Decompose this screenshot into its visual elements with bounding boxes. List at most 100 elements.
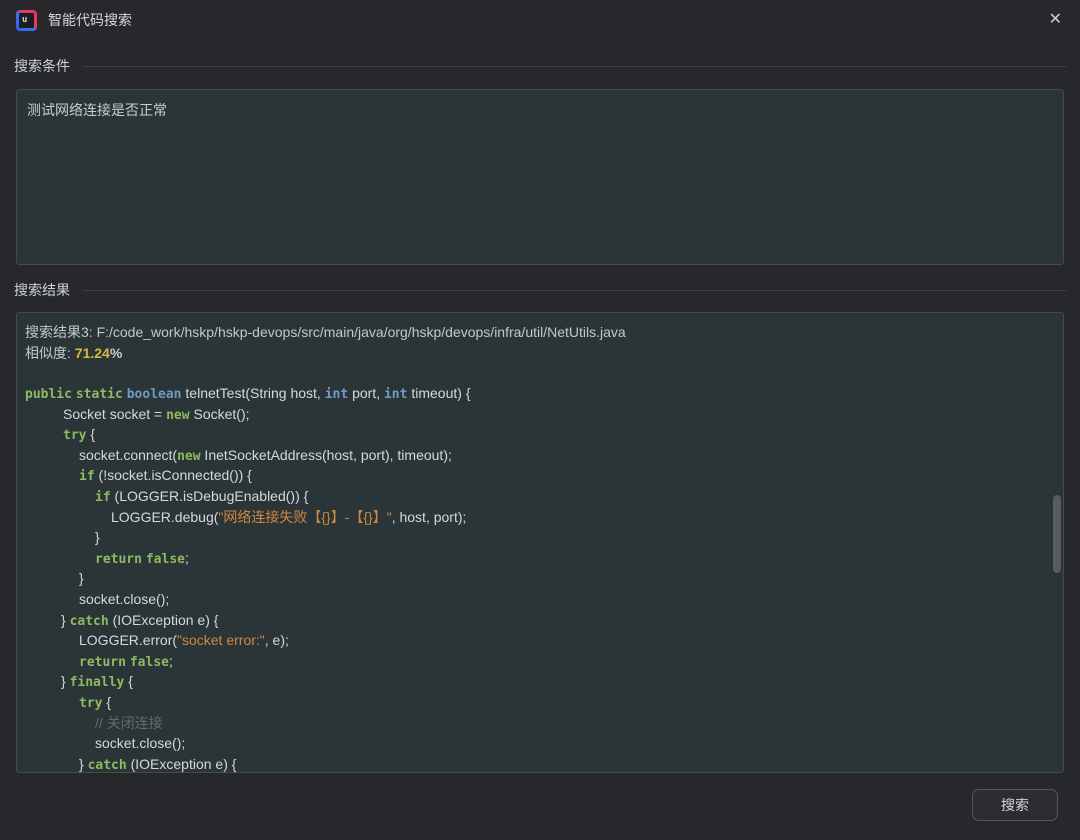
code-line: LOGGER.debug("网络连接失败【{}】-【{}】", host, po… [25, 507, 1055, 528]
code-line: } [25, 568, 1055, 589]
indent-spacer [25, 582, 79, 583]
code-token-pl: , e); [265, 632, 289, 648]
code-token-pl: socket.connect( [79, 447, 177, 463]
code-token-st: "socket error:" [177, 632, 265, 648]
code-token-pl: (IOException e) { [127, 756, 237, 772]
indent-spacer [25, 500, 95, 501]
code-line: } [25, 527, 1055, 548]
code-line: socket.close(); [25, 589, 1055, 610]
code-line: public static boolean telnetTest(String … [25, 383, 1055, 404]
code-token-pl: , host, port); [392, 509, 467, 525]
indent-spacer [25, 727, 95, 728]
code-token-pl: ; [185, 550, 189, 566]
indent-spacer [25, 418, 63, 419]
similarity-unit: % [110, 345, 122, 361]
section-divider [82, 66, 1066, 67]
code-line: if (!socket.isConnected()) { [25, 465, 1055, 486]
code-token-pl: } [79, 756, 88, 772]
code-block: public static boolean telnetTest(String … [25, 383, 1055, 773]
indent-spacer [25, 644, 79, 645]
app-logo-glyph: u [22, 15, 27, 25]
dialog-footer: 搜索 [0, 788, 1080, 840]
indent-spacer [25, 459, 79, 460]
search-button[interactable]: 搜索 [972, 789, 1058, 821]
code-token-st: "网络连接失败【{}】-【{}】" [218, 509, 391, 525]
code-token-pl: (LOGGER.isDebugEnabled()) { [111, 488, 309, 504]
code-line: LOGGER.error("socket error:", e); [25, 630, 1055, 651]
code-token-pl: } [79, 570, 84, 586]
code-token-pl: { [102, 694, 111, 710]
indent-spacer [25, 706, 79, 707]
search-condition-label: 搜索条件 [14, 56, 70, 76]
code-token-pl: } [61, 673, 70, 689]
code-token-kw: false [130, 655, 169, 670]
code-token-pl: socket.close(); [79, 591, 169, 607]
code-line: socket.close(); [25, 733, 1055, 754]
code-token-kw: static [76, 387, 123, 402]
similarity-label: 相似度: [25, 345, 75, 361]
code-token-pl: Socket(); [190, 406, 250, 422]
indent-spacer [25, 479, 79, 480]
app-logo-icon: u [16, 10, 37, 31]
code-token-kw: new [166, 408, 189, 423]
code-token-pl: InetSocketAddress(host, port), timeout); [201, 447, 452, 463]
code-token-kw: return [79, 655, 126, 670]
code-token-pl: (!socket.isConnected()) { [95, 467, 252, 483]
code-token-pl: LOGGER.error( [79, 632, 177, 648]
code-search-dialog: u 智能代码搜索 ✕ 搜索条件 测试网络连接是否正常 搜索结果 搜索结果3: F… [0, 0, 1080, 840]
code-token-pl: timeout) { [407, 385, 470, 401]
code-line: socket.connect(new InetSocketAddress(hos… [25, 445, 1055, 466]
code-token-pl: { [124, 673, 133, 689]
code-line: } finally { [25, 671, 1055, 692]
indent-spacer [25, 747, 95, 748]
code-token-kw: catch [88, 758, 127, 773]
code-token-kw: finally [70, 675, 125, 690]
code-line: } catch (IOException e) { [25, 610, 1055, 631]
code-token-kw: false [146, 552, 185, 567]
code-token-pl: port, [348, 385, 384, 401]
dialog-title: 智能代码搜索 [48, 10, 132, 30]
close-icon[interactable]: ✕ [1047, 10, 1064, 30]
indent-spacer [25, 685, 61, 686]
indent-spacer [25, 562, 95, 563]
indent-spacer [25, 603, 79, 604]
search-results-panel[interactable]: 搜索结果3: F:/code_work/hskp/hskp-devops/src… [16, 312, 1064, 773]
code-token-kw: try [79, 696, 102, 711]
code-token-pl: ; [169, 653, 173, 669]
code-token-kw: return [95, 552, 142, 567]
code-token-pl: } [95, 529, 100, 545]
code-token-ty: int [384, 387, 407, 402]
code-token-kw: new [177, 449, 200, 464]
vertical-scrollbar-thumb[interactable] [1053, 495, 1061, 573]
code-token-ty: int [325, 387, 348, 402]
code-line: } catch (IOException e) { [25, 754, 1055, 773]
code-token-kw: if [95, 490, 111, 505]
code-token-kw: if [79, 469, 95, 484]
title-bar: u 智能代码搜索 ✕ [0, 0, 1080, 40]
indent-spacer [25, 438, 63, 439]
code-token-ty: boolean [127, 387, 182, 402]
code-line: return false; [25, 651, 1055, 672]
indent-spacer [25, 521, 111, 522]
search-results-label: 搜索结果 [14, 280, 70, 300]
indent-spacer [25, 541, 95, 542]
indent-spacer [25, 768, 79, 769]
code-token-cm: // 关闭连接 [95, 715, 163, 731]
code-token-kw: try [63, 428, 86, 443]
code-token-kw: public [25, 387, 72, 402]
search-query-input[interactable]: 测试网络连接是否正常 [16, 89, 1064, 265]
code-line: try { [25, 424, 1055, 445]
indent-spacer [25, 624, 61, 625]
code-token-pl: telnetTest(String host, [182, 385, 325, 401]
code-token-pl: LOGGER.debug( [111, 509, 218, 525]
code-token-pl: (IOException e) { [109, 612, 219, 628]
code-line: // 关闭连接 [25, 713, 1055, 734]
similarity-line: 相似度: 71.24% [25, 343, 1055, 364]
code-token-pl: { [86, 426, 95, 442]
result-file-path: 搜索结果3: F:/code_work/hskp/hskp-devops/src… [25, 322, 1055, 343]
similarity-value: 71.24 [75, 345, 110, 361]
search-condition-section-header: 搜索条件 [14, 56, 1066, 76]
code-token-pl: } [61, 612, 70, 628]
section-divider [82, 290, 1066, 291]
code-line: return false; [25, 548, 1055, 569]
